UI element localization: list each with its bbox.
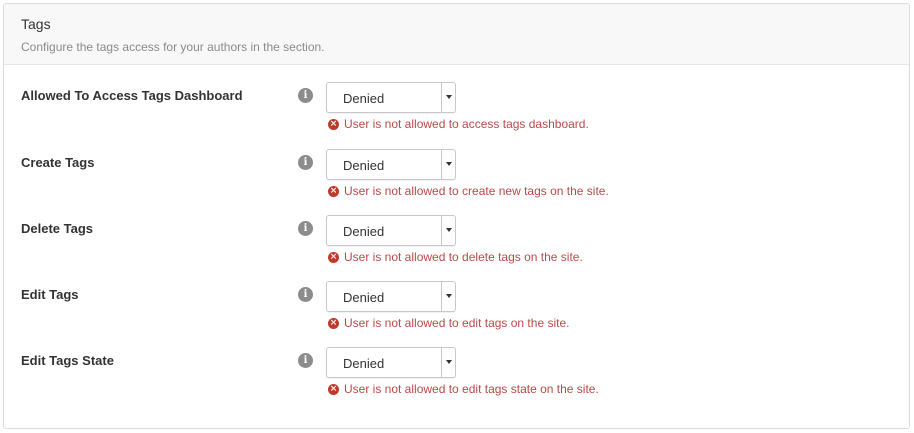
select-value: Denied: [343, 224, 385, 239]
dropdown-toggle[interactable]: [441, 216, 455, 245]
chevron-down-icon: [446, 360, 452, 364]
chevron-down-icon: [446, 162, 452, 166]
tags-permissions-panel: Tags Configure the tags access for your …: [3, 3, 910, 429]
error-icon: ×: [328, 251, 339, 263]
select-value: Denied: [343, 158, 385, 173]
permission-row-create-tags: Create Tags i Denied × User is not allow…: [4, 149, 909, 209]
permission-row-access-dashboard: Allowed To Access Tags Dashboard i Denie…: [4, 82, 909, 142]
error-message: × User is not allowed to create new tags…: [328, 184, 609, 198]
error-text: User is not allowed to create new tags o…: [344, 184, 609, 198]
panel-header: Tags Configure the tags access for your …: [4, 4, 909, 65]
error-icon: ×: [328, 383, 339, 395]
dropdown-toggle[interactable]: [441, 282, 455, 311]
chevron-down-icon: [446, 228, 452, 232]
info-icon[interactable]: i: [298, 155, 313, 170]
info-icon[interactable]: i: [298, 353, 313, 368]
edit-tags-state-select[interactable]: Denied: [326, 347, 456, 378]
permission-label: Create Tags: [21, 155, 95, 170]
permission-label: Delete Tags: [21, 221, 94, 236]
error-message: × User is not allowed to edit tags state…: [328, 382, 599, 396]
info-icon[interactable]: i: [298, 221, 313, 236]
info-icon[interactable]: i: [298, 88, 313, 103]
permission-label: Allowed To Access Tags Dashboard: [21, 88, 243, 103]
section-description: Configure the tags access for your autho…: [21, 40, 325, 54]
access-dashboard-select[interactable]: Denied: [326, 82, 456, 113]
error-message: × User is not allowed to delete tags on …: [328, 250, 583, 264]
error-text: User is not allowed to access tags dashb…: [344, 117, 589, 131]
permission-label: Edit Tags: [21, 287, 79, 302]
delete-tags-select[interactable]: Denied: [326, 215, 456, 246]
select-value: Denied: [343, 356, 385, 371]
create-tags-select[interactable]: Denied: [326, 149, 456, 180]
dropdown-toggle[interactable]: [441, 150, 455, 179]
error-text: User is not allowed to edit tags on the …: [344, 316, 570, 330]
error-icon: ×: [328, 185, 339, 197]
chevron-down-icon: [446, 294, 452, 298]
select-value: Denied: [343, 290, 385, 305]
error-icon: ×: [328, 118, 339, 130]
dropdown-toggle[interactable]: [441, 348, 455, 377]
error-text: User is not allowed to delete tags on th…: [344, 250, 583, 264]
select-value: Denied: [343, 91, 385, 106]
dropdown-toggle[interactable]: [441, 83, 455, 112]
permission-label: Edit Tags State: [21, 353, 114, 368]
edit-tags-select[interactable]: Denied: [326, 281, 456, 312]
error-message: × User is not allowed to access tags das…: [328, 117, 589, 131]
permission-row-edit-tags-state: Edit Tags State i Denied × User is not a…: [4, 347, 909, 407]
permission-row-delete-tags: Delete Tags i Denied × User is not allow…: [4, 215, 909, 275]
permission-row-edit-tags: Edit Tags i Denied × User is not allowed…: [4, 281, 909, 341]
error-icon: ×: [328, 317, 339, 329]
error-text: User is not allowed to edit tags state o…: [344, 382, 599, 396]
info-icon[interactable]: i: [298, 287, 313, 302]
chevron-down-icon: [446, 95, 452, 99]
section-title: Tags: [21, 16, 51, 32]
error-message: × User is not allowed to edit tags on th…: [328, 316, 569, 330]
